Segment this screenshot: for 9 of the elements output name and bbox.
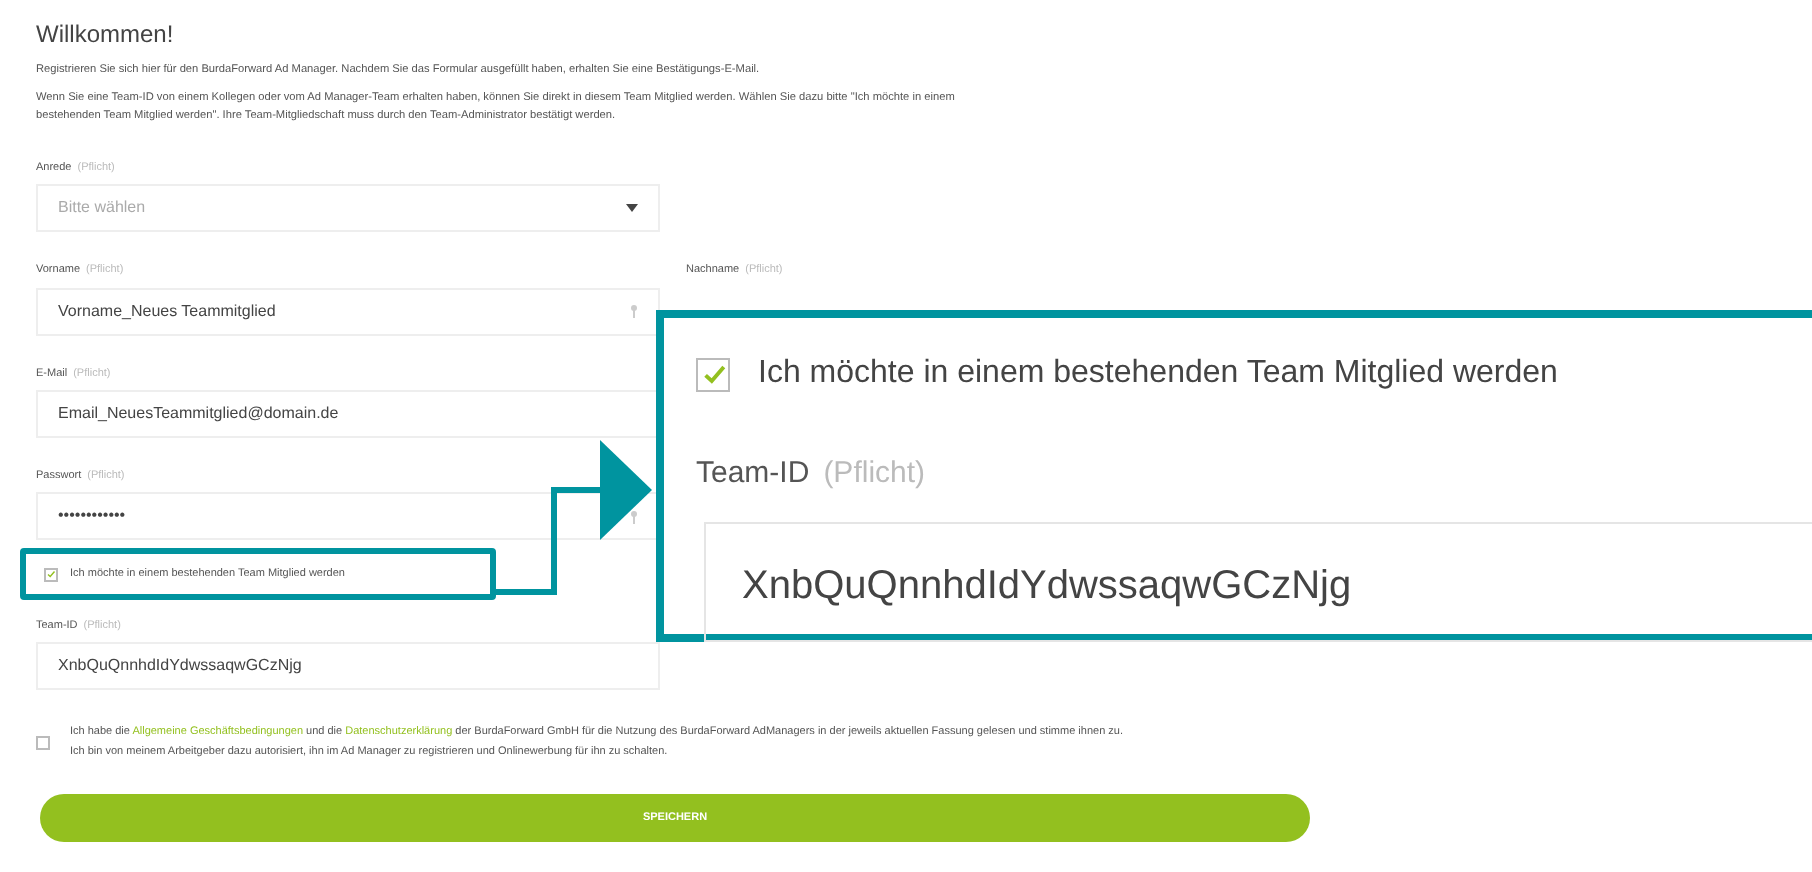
page-title: Willkommen! xyxy=(36,18,176,52)
input-field[interactable]: Vorname_Neues Teammitglied xyxy=(36,287,660,335)
input-field[interactable]: Email_NeuesTeammitglied@domain.de xyxy=(36,389,660,438)
input-field[interactable]: •••••••••••• xyxy=(36,492,660,540)
input-field[interactable]: XnbQuQnnhdIdYdwssaqwGCzNjg xyxy=(36,642,660,691)
checkbox-label: Ich möchte in einem bestehenden Team Mitglied werden xyxy=(758,354,1558,394)
field-label: Team-ID xyxy=(696,454,810,494)
required-hint: (Pflicht) xyxy=(823,454,926,494)
input-field[interactable]: XnbQuQnnhdIdYdwssaqwGCzNjg xyxy=(704,521,1812,641)
